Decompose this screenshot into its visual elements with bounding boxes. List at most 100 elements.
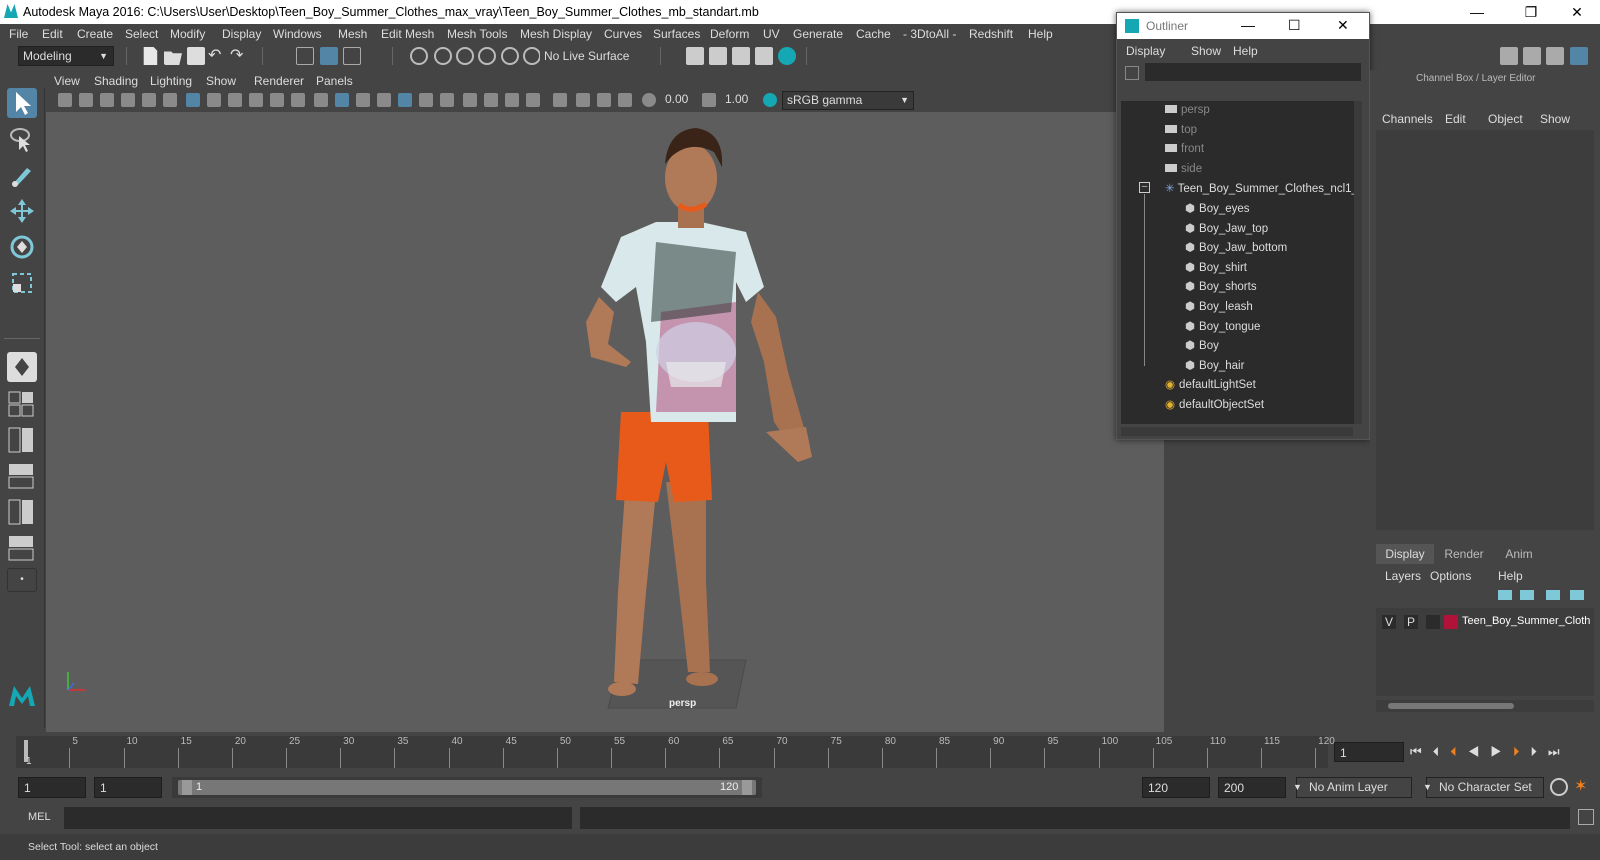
outliner-item-mesh[interactable]: ⬢ Boy_Jaw_top [1185, 221, 1268, 235]
menu-3dtoall[interactable]: - 3DtoAll - [903, 27, 956, 41]
mel-command-input[interactable] [64, 807, 572, 829]
snap-point-icon[interactable] [456, 47, 474, 65]
maximize-button[interactable]: ☐ [1288, 17, 1301, 34]
isolate-select-icon[interactable] [553, 93, 567, 107]
motion-blur-icon[interactable] [484, 93, 498, 107]
channels-menu-edit[interactable]: Edit [1445, 112, 1466, 126]
playback-start-field[interactable]: 1 [94, 777, 162, 798]
2d-pan-zoom-icon[interactable] [163, 93, 177, 107]
viewport-menu-renderer[interactable]: Renderer [254, 74, 304, 88]
outliner-item-front[interactable]: front [1165, 143, 1204, 155]
xray-icon[interactable] [576, 93, 590, 107]
viewport-menu-shading[interactable]: Shading [94, 74, 138, 88]
step-forward-key-icon[interactable]: ⏵ [1513, 744, 1531, 759]
anim-layer-dropdown[interactable]: ▼ No Anim Layer [1293, 777, 1412, 798]
outliner-item-mesh[interactable]: ⬢ Boy_leash [1185, 299, 1253, 313]
gamma-field[interactable]: 1.00 [720, 91, 760, 110]
channel-box-toggle-icon[interactable] [1570, 47, 1588, 65]
character-set-dropdown[interactable]: ▼ No Character Set [1423, 777, 1544, 798]
menu-mesh-display[interactable]: Mesh Display [520, 27, 592, 41]
menu-edit[interactable]: Edit [42, 27, 63, 41]
menu-windows[interactable]: Windows [273, 27, 322, 41]
menu-curves[interactable]: Curves [604, 27, 642, 41]
layout-menu-icon[interactable]: • [7, 568, 37, 592]
use-all-lights-icon[interactable] [419, 93, 433, 107]
close-button[interactable]: ✕ [1337, 17, 1349, 34]
ipr-render-icon[interactable] [732, 47, 750, 65]
viewport-menu-view[interactable]: View [54, 74, 80, 88]
menu-select[interactable]: Select [125, 27, 158, 41]
scale-tool-icon[interactable] [7, 268, 37, 298]
view-transform-dropdown[interactable]: sRGB gamma ▼ [782, 91, 914, 110]
layer-horizontal-scrollbar[interactable] [1376, 700, 1594, 712]
perspective-viewport[interactable]: persp [46, 112, 1164, 732]
render-current-frame-icon[interactable] [709, 47, 727, 65]
layer-playback-toggle[interactable]: P [1404, 615, 1418, 629]
multisample-aa-icon[interactable] [505, 93, 519, 107]
menu-mesh-tools[interactable]: Mesh Tools [447, 27, 507, 41]
film-gate-icon[interactable] [207, 93, 221, 107]
textured-icon[interactable] [398, 93, 412, 107]
menu-mesh[interactable]: Mesh [338, 27, 367, 41]
outliner-item-mesh[interactable]: ⬢ Boy_shirt [1185, 260, 1247, 274]
live-surface-field[interactable]: No Live Surface [540, 47, 650, 66]
outliner-item-mesh[interactable]: ⬢ Boy_hair [1185, 358, 1244, 372]
minimize-button[interactable]: — [1454, 0, 1500, 24]
channels-menu-show[interactable]: Show [1540, 112, 1570, 126]
make-live-icon[interactable] [523, 47, 541, 65]
menu-display[interactable]: Display [222, 27, 261, 41]
field-chart-icon[interactable] [270, 93, 284, 107]
channels-menu-channels[interactable]: Channels [1382, 112, 1433, 126]
menu-cache[interactable]: Cache [856, 27, 891, 41]
grease-pencil-icon[interactable] [142, 93, 156, 107]
layer-row[interactable]: V P Teen_Boy_Summer_Cloth [1378, 612, 1592, 630]
outliner-menu-display[interactable]: Display [1126, 44, 1165, 58]
outliner-item-mesh[interactable]: ⬢ Boy [1185, 338, 1219, 352]
gate-mask-icon[interactable] [249, 93, 263, 107]
safe-action-icon[interactable] [291, 93, 305, 107]
outliner-menu-show[interactable]: Show [1191, 44, 1221, 58]
undo-icon[interactable]: ↶ [208, 48, 226, 66]
tab-anim[interactable]: Anim [1494, 544, 1544, 564]
resolution-gate-icon[interactable] [228, 93, 242, 107]
scrollbar-thumb[interactable] [1388, 703, 1514, 709]
smooth-shade-icon[interactable] [335, 93, 349, 107]
viewport-menu-lighting[interactable]: Lighting [150, 74, 192, 88]
restore-button[interactable]: ❐ [1508, 0, 1554, 24]
animation-end-field[interactable]: 200 [1218, 777, 1286, 798]
collapse-toggle-icon[interactable]: – [1139, 182, 1150, 193]
step-back-key-icon[interactable]: ⏴ [1450, 744, 1468, 759]
close-button[interactable]: ✕ [1554, 0, 1600, 24]
render-view-icon[interactable] [686, 47, 704, 65]
channels-menu-object[interactable]: Object [1488, 112, 1523, 126]
render-settings-icon[interactable] [755, 47, 773, 65]
gamma-icon[interactable] [702, 93, 716, 107]
layout-graph-editor-icon[interactable] [7, 498, 37, 526]
filter-icon[interactable] [1125, 66, 1139, 80]
outliner-item-mesh[interactable]: ⬢ Boy_tongue [1185, 319, 1260, 333]
image-plane-icon[interactable] [121, 93, 135, 107]
menu-generate[interactable]: Generate [793, 27, 843, 41]
xray-joints-icon[interactable] [618, 93, 632, 107]
menu-file[interactable]: File [9, 27, 28, 41]
layout-four-view-icon[interactable] [7, 390, 37, 418]
outliner-horizontal-scrollbar[interactable] [1121, 427, 1353, 436]
menu-uv[interactable]: UV [763, 27, 780, 41]
go-to-end-icon[interactable]: ⏭ [1548, 744, 1571, 759]
tab-render[interactable]: Render [1436, 544, 1492, 564]
move-layer-down-icon[interactable] [1520, 590, 1534, 600]
playback-end-field[interactable]: 120 [1142, 777, 1210, 798]
outliner-search-input[interactable] [1145, 63, 1361, 81]
play-forwards-icon[interactable]: ▶ [1490, 744, 1513, 759]
outliner-item-top[interactable]: top [1165, 124, 1197, 136]
layout-hypershade-icon[interactable] [7, 534, 37, 562]
menu-create[interactable]: Create [77, 27, 113, 41]
play-backwards-icon[interactable]: ◀ [1468, 744, 1491, 759]
layers-menu-help[interactable]: Help [1498, 569, 1523, 583]
paint-select-tool-icon[interactable] [7, 160, 37, 190]
grid-icon[interactable] [186, 93, 200, 107]
step-back-icon[interactable]: ⏴ [1433, 744, 1451, 759]
tab-display[interactable]: Display [1376, 544, 1434, 564]
select-component-icon[interactable] [343, 47, 361, 65]
exposure-field[interactable]: 0.00 [660, 91, 700, 110]
